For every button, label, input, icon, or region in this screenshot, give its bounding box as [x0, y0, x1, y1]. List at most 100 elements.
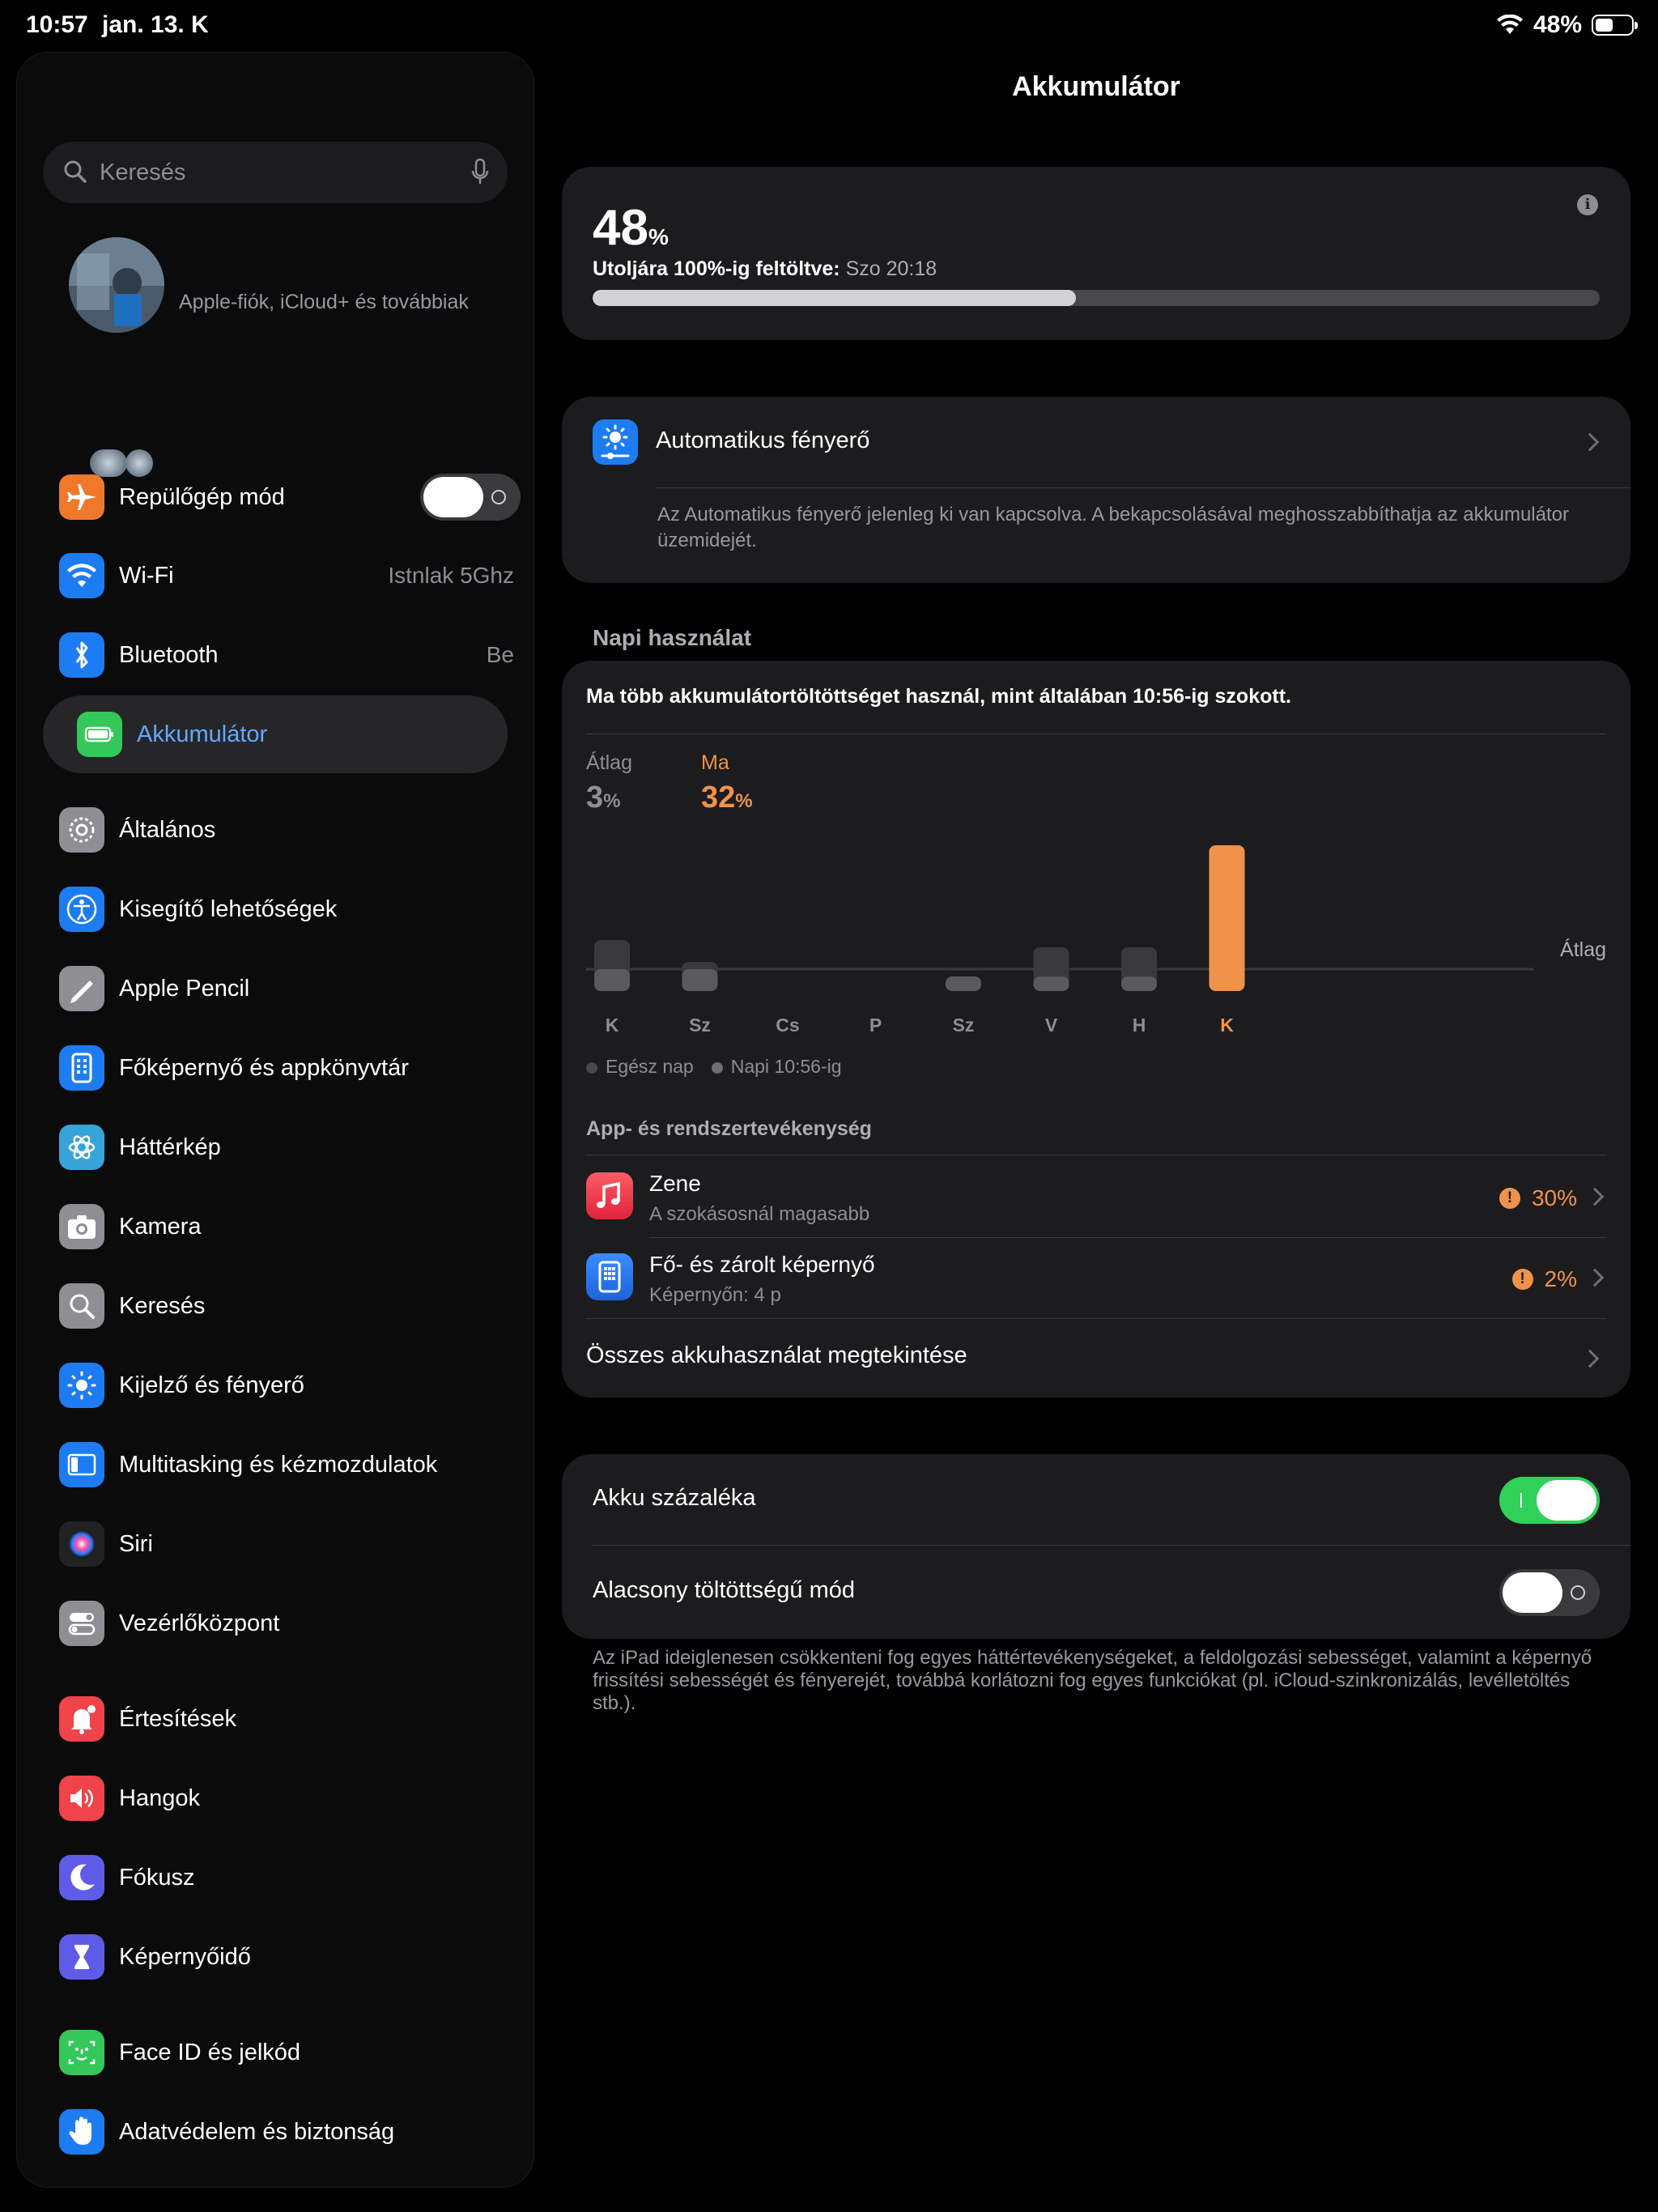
sidebar-item-kisegítő-lehetőségek[interactable]: Kisegítő lehetőségek [59, 877, 521, 942]
search-placeholder: Keresés [100, 160, 186, 185]
view-all-usage-row[interactable]: Összes akkuhasználat megtekintése [562, 1318, 1630, 1397]
sidebar-item-label: Akkumulátor [137, 721, 268, 747]
page-title: Akkumulátor [1012, 71, 1180, 102]
camera-icon [59, 1204, 104, 1249]
face-id-icon [59, 2030, 104, 2075]
sidebar-item-bluetooth[interactable]: Bluetooth Be [59, 623, 521, 687]
microphone-icon[interactable] [470, 158, 490, 187]
sidebar-item-apple-pencil[interactable]: Apple Pencil [59, 956, 521, 1021]
search-icon [64, 160, 87, 183]
app-percent: ! 2% [1511, 1266, 1577, 1292]
activity-heading: App- és rendszertevékenység [586, 1117, 872, 1140]
sidebar-item-képernyőidő[interactable]: Képernyőidő [59, 1925, 521, 1989]
sidebar-item-label: Kamera [119, 1213, 202, 1240]
airplane-icon [59, 474, 104, 520]
multitasking-icon [59, 1442, 104, 1487]
sidebar-item-label: Wi-Fi [119, 562, 174, 589]
home-screen-icon [586, 1253, 633, 1300]
sidebar-item-label: Fókusz [119, 1864, 195, 1891]
battery-percentage-toggle[interactable] [1499, 1477, 1600, 1524]
battery-level-bar [593, 290, 1600, 306]
sidebar-item-label: Kisegítő lehetőségek [119, 895, 338, 922]
x-tick-label: Cs [776, 1015, 799, 1036]
status-battery-percent: 48% [1533, 11, 1582, 38]
low-power-mode-row: Alacsony töltöttségű mód [593, 1546, 1600, 1637]
legend-item-until-now: Napi 10:56-ig [711, 1056, 842, 1078]
sidebar-search-field[interactable]: Keresés [43, 142, 508, 203]
wifi-status-icon [1496, 15, 1523, 34]
sidebar-item-siri[interactable]: Siri [59, 1512, 521, 1576]
sidebar-item-label: Háttérkép [119, 1134, 221, 1160]
x-tick-label: P [869, 1015, 882, 1036]
chevron-right-icon [1580, 1349, 1600, 1368]
chevron-right-icon [1580, 432, 1600, 452]
x-tick-label: H [1133, 1015, 1146, 1036]
sidebar-item-fókusz[interactable]: Fókusz [59, 1845, 521, 1910]
auto-brightness-row[interactable]: Automatikus fényerő [562, 397, 1630, 487]
sidebar: Keresés Apple-fiók, iCloud+ és továbbiak… [16, 52, 534, 2188]
sidebar-item-repülőgép-mód[interactable]: Repülőgép mód [59, 465, 521, 530]
profile-subtitle: Apple-fiók, iCloud+ és továbbiak [179, 291, 469, 313]
sidebar-item-főképernyő-és-appkönyvtár[interactable]: Főképernyő és appkönyvtár [59, 1036, 521, 1100]
status-date: jan. 13. K [102, 11, 209, 38]
bell-icon [59, 1696, 104, 1742]
sidebar-item-value: Be [486, 642, 514, 667]
warning-icon: ! [1511, 1269, 1533, 1290]
moon-icon [59, 1855, 104, 1900]
sidebar-item-általános[interactable]: Általános [59, 798, 521, 862]
x-tick-label: K [606, 1015, 619, 1036]
brightness-icon [593, 419, 638, 465]
warning-icon: ! [1499, 1188, 1520, 1209]
siri-icon [59, 1521, 104, 1567]
sidebar-item-wi-fi[interactable]: Wi-Fi Istnlak 5Ghz [59, 543, 521, 608]
status-bar: 10:57 jan. 13. K 48% [0, 0, 1658, 52]
low-power-mode-note: Az iPad ideiglenesen csökkenteni fog egy… [593, 1647, 1592, 1714]
sidebar-item-háttérkép[interactable]: Háttérkép [59, 1115, 521, 1180]
view-all-usage-label: Összes akkuhasználat megtekintése [586, 1342, 967, 1368]
divider [593, 1545, 1630, 1546]
sidebar-item-multitasking-és-kézmozdulatok[interactable]: Multitasking és kézmozdulatok [59, 1432, 521, 1497]
sidebar-item-adatvédelem-és-biztonság[interactable]: Adatvédelem és biztonság [59, 2099, 521, 2164]
legend-item-all-day: Egész nap [586, 1056, 694, 1078]
bluetooth-icon [59, 632, 104, 678]
app-row-music[interactable]: Zene A szokásosnál magasabb ! 30% [586, 1156, 1606, 1237]
sidebar-item-értesítések[interactable]: Értesítések [59, 1687, 521, 1751]
pencil-icon [59, 966, 104, 1011]
x-tick-label: Sz [689, 1015, 711, 1036]
x-tick-label: Sz [953, 1015, 975, 1036]
battery-percentage-row: Akku százaléka [593, 1454, 1600, 1545]
sidebar-item-label: Vezérlőközpont [119, 1610, 280, 1636]
sidebar-item-face-id-és-jelkód[interactable]: Face ID és jelkód [59, 2020, 521, 2085]
x-tick-label: K [1220, 1015, 1234, 1036]
sidebar-item-label: Keresés [119, 1292, 206, 1319]
sidebar-item-keresés[interactable]: Keresés [59, 1274, 521, 1338]
sidebar-item-akkumulátor[interactable]: Akkumulátor [43, 696, 508, 773]
app-row-home-lock-screen[interactable]: Fő- és zárolt képernyő Képernyőn: 4 p ! 2… [586, 1237, 1606, 1318]
avatar [69, 237, 164, 333]
sidebar-item-kijelző-és-fényerő[interactable]: Kijelző és fényerő [59, 1353, 521, 1418]
auto-brightness-note: Az Automatikus fényerő jelenleg ki van k… [657, 504, 1569, 551]
speaker-icon [59, 1776, 104, 1821]
wallpaper-icon [59, 1125, 104, 1170]
sidebar-item-label: Face ID és jelkód [119, 2039, 301, 2065]
sidebar-item-vezérlőközpont[interactable]: Vezérlőközpont [59, 1591, 521, 1656]
apple-account-row[interactable] [69, 237, 522, 342]
hourglass-icon [59, 1934, 104, 1980]
low-power-mode-toggle[interactable] [1499, 1569, 1600, 1616]
sidebar-item-value: Istnlak 5Ghz [388, 563, 514, 588]
airplane-mode-toggle[interactable] [420, 474, 521, 521]
sidebar-item-label: Multitasking és kézmozdulatok [119, 1451, 438, 1478]
battery-icon [77, 712, 122, 757]
sidebar-item-label: Apple Pencil [119, 975, 250, 1002]
daily-usage-chart[interactable]: Átlag K Sz Cs P Sz V H K [562, 661, 1630, 1098]
sidebar-item-kamera[interactable]: Kamera [59, 1194, 521, 1259]
battery-level-card: 48% i Utoljára 100%-ig feltöltve: Szo 20… [562, 167, 1630, 340]
gear-icon [59, 807, 104, 853]
battery-level-fill [593, 290, 1077, 306]
auto-brightness-card: Automatikus fényerő Az Automatikus fénye… [562, 397, 1630, 583]
sidebar-item-hangok[interactable]: Hangok [59, 1766, 521, 1831]
status-right: 48% [1496, 11, 1638, 39]
divider [656, 487, 1630, 488]
status-time: 10:57 [26, 11, 88, 38]
info-icon[interactable]: i [1577, 194, 1598, 215]
